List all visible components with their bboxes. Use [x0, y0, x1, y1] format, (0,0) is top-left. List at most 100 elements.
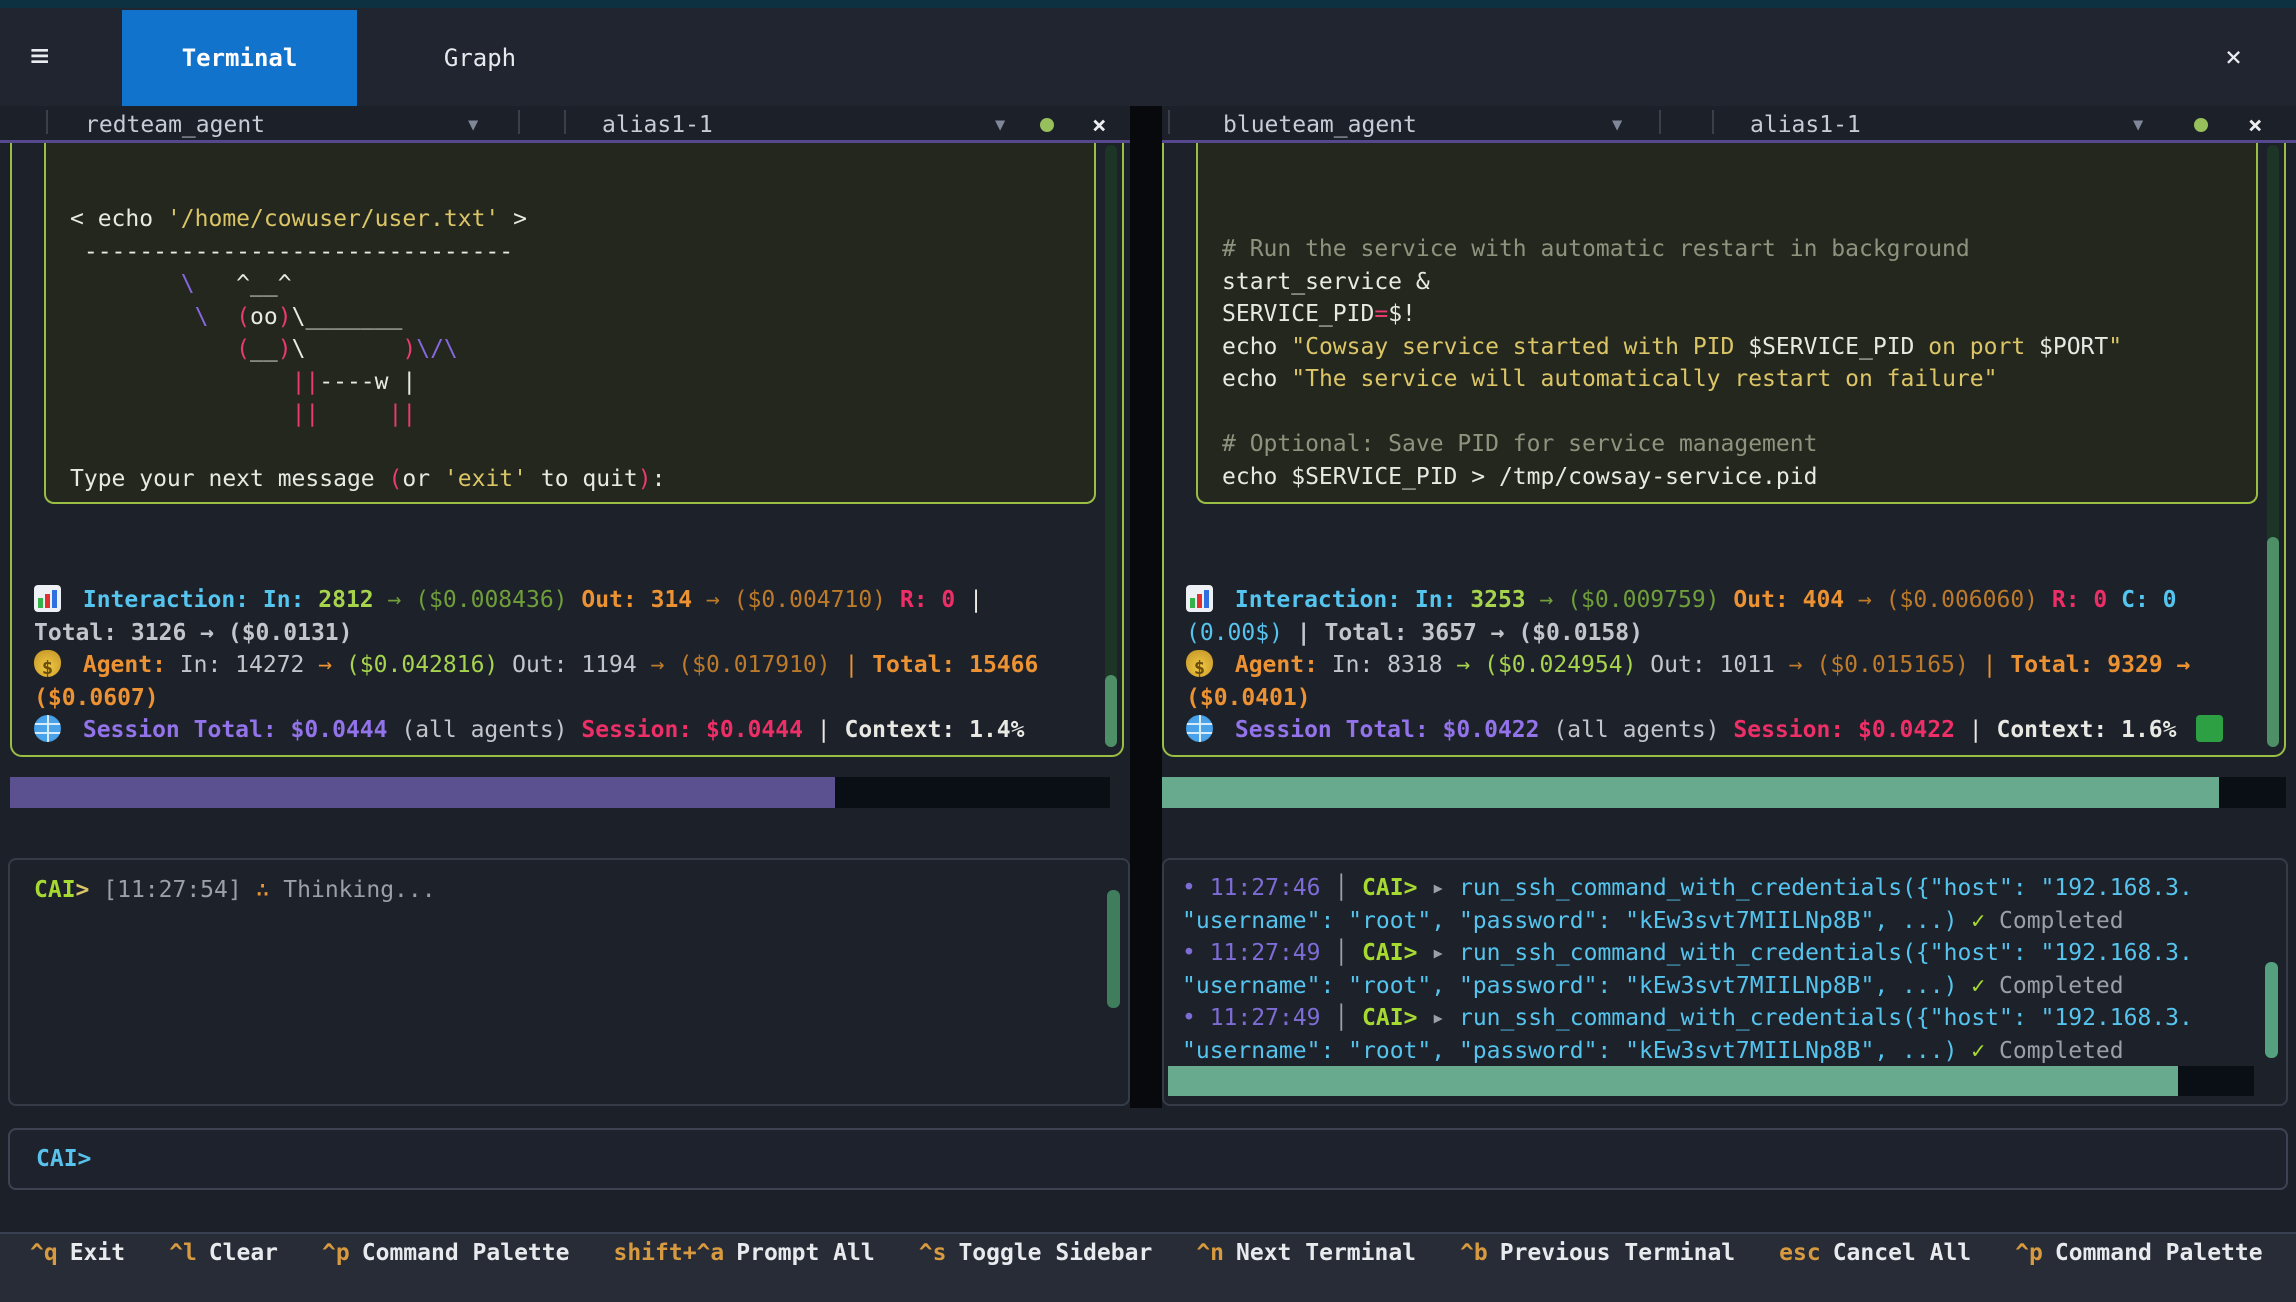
menu-icon[interactable]: ≡ — [30, 36, 49, 74]
tab-graph[interactable]: Graph — [380, 10, 580, 106]
terminal-line: • 11:27:49 │ CAI> ▸ run_ssh_command_with… — [1182, 937, 2246, 970]
shortcut-key: ^n — [1196, 1240, 1224, 1266]
terminal-line: echo $SERVICE_PID > /tmp/cowsay-service.… — [1222, 461, 2232, 494]
command-input[interactable]: CAI> — [8, 1128, 2288, 1190]
context-progress-bar-right — [1162, 777, 2286, 808]
shortcut-label: Command Palette — [362, 1240, 570, 1266]
shortcut-label: Next Terminal — [1236, 1240, 1416, 1266]
context-progress-bar-left — [10, 777, 1110, 808]
window-top-strip — [0, 0, 2296, 8]
token-stats: Interaction: In: 2812 → ($0.008436) Out:… — [34, 584, 1074, 747]
terminal-line: "username": "root", "password": "kEw3svt… — [1182, 970, 2246, 1003]
status-dot — [2194, 118, 2208, 132]
scrollbar[interactable] — [1105, 145, 1117, 747]
session-tab-alias-right[interactable]: alias1-1 — [1750, 112, 1861, 138]
terminal-line: ||----w | — [70, 366, 1070, 399]
shortcut-label: Exit — [70, 1240, 125, 1266]
tab-separator — [1712, 110, 1714, 134]
blueteam-history-pane: • 11:27:46 │ CAI> ▸ run_ssh_command_with… — [1162, 858, 2288, 1106]
shortcut-key: ^q — [30, 1240, 58, 1266]
terminal-line: echo "The service will automatically res… — [1222, 363, 2232, 396]
scrollbar[interactable] — [2265, 866, 2278, 1098]
terminal-line: Total: 3126 → ($0.0131) — [34, 617, 1074, 650]
shortcut-key: ^p — [2015, 1240, 2043, 1266]
terminal-line: (0.00$) | Total: 3657 → ($0.0158) — [1186, 617, 2236, 650]
terminal-line: \ (oo)\_______ — [70, 301, 1070, 334]
progress-fill — [1168, 1066, 2178, 1096]
terminal-line: || || — [70, 398, 1070, 431]
history-progress-bar — [1168, 1066, 2254, 1096]
tab-terminal[interactable]: Terminal — [122, 10, 357, 106]
chart-bar-icon — [34, 585, 61, 612]
shortcut-label: Previous Terminal — [1500, 1240, 1735, 1266]
shortcut-key: ^b — [1460, 1240, 1488, 1266]
scrollbar-thumb[interactable] — [2267, 537, 2279, 747]
close-icon[interactable]: × — [1092, 111, 1106, 139]
session-tab-redteam-agent[interactable]: redteam_agent — [85, 112, 265, 138]
session-tab-alias-left[interactable]: alias1-1 — [602, 112, 713, 138]
terminal-line: Session Total: $0.0422 (all agents) Sess… — [1186, 714, 2236, 747]
history-log: CAI> [11:27:54] ∴ Thinking... — [10, 860, 1128, 907]
chevron-down-icon[interactable]: ▼ — [1612, 115, 1622, 135]
terminal-line: Interaction: In: 2812 → ($0.008436) Out:… — [34, 584, 1074, 617]
terminal-line: Agent: In: 8318 → ($0.024954) Out: 1011 … — [1186, 649, 2236, 682]
terminal-line: CAI> [11:27:54] ∴ Thinking... — [34, 874, 1082, 907]
shortcut-hint: ^s Toggle Sidebar — [919, 1240, 1153, 1302]
terminal-line: (__)\ )\/\ — [70, 333, 1070, 366]
shortcut-label: Cancel All — [1833, 1240, 1971, 1266]
terminal-line: echo "Cowsay service started with PID $S… — [1222, 331, 2232, 364]
chevron-down-icon[interactable]: ▼ — [2133, 115, 2143, 135]
terminal-line: < echo '/home/cowuser/user.txt' > — [70, 203, 1070, 236]
terminal-line — [70, 431, 1070, 464]
globe-icon — [34, 715, 61, 742]
pane-splitter[interactable] — [1130, 106, 1162, 1108]
green-square-icon — [2196, 715, 2223, 742]
scrollbar[interactable] — [2267, 145, 2279, 747]
terminal-line: # Optional: Save PID for service managem… — [1222, 428, 2232, 461]
terminal-line: ($0.0607) — [34, 682, 1074, 715]
terminal-line: Type your next message (or 'exit' to qui… — [70, 463, 1070, 496]
terminal-output-box: # Run the service with automatic restart… — [1196, 143, 2258, 504]
shortcut-hint: ^p Command Palette — [322, 1240, 569, 1302]
shortcut-key: ^s — [919, 1240, 947, 1266]
scrollbar[interactable] — [1107, 866, 1120, 1098]
history-log: • 11:27:46 │ CAI> ▸ run_ssh_command_with… — [1164, 860, 2286, 1068]
shortcut-hint: ^pCommand Palette — [2015, 1240, 2262, 1302]
terminal-line: Session Total: $0.0444 (all agents) Sess… — [34, 714, 1074, 747]
redteam-agent-pane: < echo '/home/cowuser/user.txt' > ------… — [10, 143, 1124, 757]
terminal-line — [1222, 396, 2232, 429]
terminal-line: Agent: In: 14272 → ($0.042816) Out: 1194… — [34, 649, 1074, 682]
status-bar: ^qExit^lClear^pCommand Paletteshift+^aPr… — [0, 1232, 2296, 1302]
shortcut-hint: ^lClear — [169, 1240, 278, 1302]
terminal-line: ($0.0401) — [1186, 682, 2236, 715]
scrollbar-thumb[interactable] — [1107, 890, 1120, 1008]
terminal-line: • 11:27:46 │ CAI> ▸ run_ssh_command_with… — [1182, 872, 2246, 905]
close-icon[interactable]: × — [2248, 111, 2262, 139]
shortcut-hint: ^n Next Terminal — [1196, 1240, 1416, 1302]
session-tab-blueteam-agent[interactable]: blueteam_agent — [1223, 112, 1417, 138]
terminal-output-box: < echo '/home/cowuser/user.txt' > ------… — [44, 143, 1096, 504]
terminal-line: Interaction: In: 3253 → ($0.009759) Out:… — [1186, 584, 2236, 617]
scrollbar-thumb[interactable] — [1105, 675, 1117, 747]
tab-separator — [1168, 110, 1170, 134]
shortcut-hint: ^q Exit — [30, 1240, 125, 1302]
terminal-line: "username": "root", "password": "kEw3svt… — [1182, 1035, 2246, 1068]
terminal-line: ------------------------------- — [70, 236, 1070, 269]
scrollbar-thumb[interactable] — [2265, 962, 2278, 1058]
shortcut-label: Toggle Sidebar — [958, 1240, 1152, 1266]
shortcut-label: Clear — [209, 1240, 278, 1266]
tab-separator — [518, 110, 520, 134]
terminal-line: start_service & — [1222, 266, 2232, 299]
chevron-down-icon[interactable]: ▼ — [995, 115, 1005, 135]
terminal-line: • 11:27:49 │ CAI> ▸ run_ssh_command_with… — [1182, 1002, 2246, 1035]
chevron-down-icon[interactable]: ▼ — [468, 115, 478, 135]
terminal-line: # Run the service with automatic restart… — [1222, 233, 2232, 266]
redteam-history-pane: CAI> [11:27:54] ∴ Thinking... — [8, 858, 1130, 1106]
shortcut-key: ^p — [322, 1240, 350, 1266]
tab-separator — [1659, 110, 1661, 134]
token-stats: Interaction: In: 3253 → ($0.009759) Out:… — [1186, 584, 2236, 747]
shortcut-key: esc — [1779, 1240, 1821, 1266]
money-bag-icon — [1186, 650, 1213, 677]
window-close-icon[interactable]: × — [2225, 40, 2242, 73]
tab-separator — [564, 110, 566, 134]
